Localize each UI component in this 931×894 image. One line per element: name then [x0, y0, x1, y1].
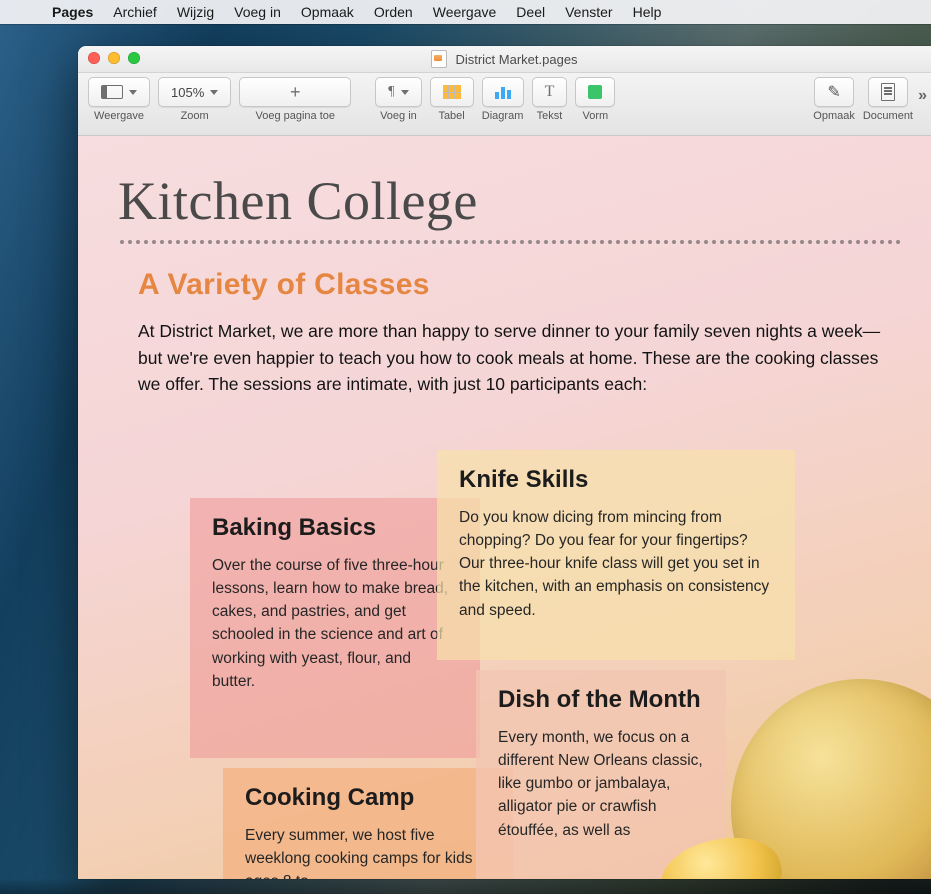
table-label: Tabel [438, 110, 464, 122]
format-button[interactable]: ✎ [814, 77, 853, 107]
chart-label: Diagram [482, 110, 524, 122]
menubar-item-opmaak[interactable]: Opmaak [301, 4, 354, 20]
pilcrow-icon: ¶ [388, 84, 394, 100]
card-title[interactable]: Dish of the Month [498, 686, 704, 714]
view-button[interactable] [88, 77, 150, 107]
document-page[interactable]: Kitchen College A Variety of Classes At … [78, 136, 931, 879]
card-title[interactable]: Cooking Camp [245, 784, 491, 812]
card-body[interactable]: Do you know dicing from mincing from cho… [459, 506, 773, 622]
card-body[interactable]: Every summer, we host five weeklong cook… [245, 824, 491, 879]
toolbar: Weergave 105% Zoom + Voeg pagina toe ¶ V… [78, 73, 931, 136]
table-button[interactable] [430, 77, 474, 107]
card-knife-skills[interactable]: Knife Skills Do you know dicing from min… [437, 450, 795, 660]
close-button[interactable] [88, 52, 100, 64]
divider-dotted [120, 240, 901, 244]
chevron-down-icon [210, 90, 218, 95]
window-titlebar[interactable]: District Market.pages [78, 46, 931, 73]
text-label: Tekst [537, 110, 563, 122]
chevron-down-icon [129, 90, 137, 95]
shape-icon [588, 85, 602, 99]
shape-label: Vorm [583, 110, 609, 122]
menubar-item-help[interactable]: Help [633, 4, 662, 20]
shape-button[interactable] [575, 77, 615, 107]
menubar-item-venster[interactable]: Venster [565, 4, 612, 20]
document-button[interactable] [868, 77, 908, 107]
brush-icon: ✎ [827, 82, 840, 102]
format-label: Opmaak [813, 110, 855, 122]
menubar-item-voeg-in[interactable]: Voeg in [234, 4, 281, 20]
insert-label: Voeg in [380, 110, 417, 122]
card-body[interactable]: Over the course of five three-hour lesso… [212, 554, 458, 694]
add-page-label: Voeg pagina toe [255, 110, 335, 122]
layout-icon [101, 85, 123, 99]
zoom-button[interactable] [128, 52, 140, 64]
card-body[interactable]: Every month, we focus on a different New… [498, 726, 704, 842]
document-icon [431, 50, 447, 68]
window-title: District Market.pages [455, 52, 577, 67]
page-title[interactable]: Kitchen College [78, 136, 931, 238]
view-label: Weergave [94, 110, 144, 122]
dock-shadow [0, 878, 931, 894]
add-page-button[interactable]: + [239, 77, 351, 107]
text-button[interactable]: T [532, 77, 568, 107]
plus-icon: + [290, 82, 301, 103]
macos-menubar: Pages Archief Wijzig Voeg in Opmaak Orde… [0, 0, 931, 24]
chevron-down-icon [401, 90, 409, 95]
app-menu[interactable]: Pages [52, 4, 93, 20]
document-icon [881, 83, 895, 101]
card-title[interactable]: Baking Basics [212, 514, 458, 542]
document-label: Document [863, 110, 913, 122]
menubar-item-weergave[interactable]: Weergave [433, 4, 497, 20]
toolbar-overflow[interactable]: » [918, 87, 923, 105]
intro-paragraph[interactable]: At District Market, we are more than hap… [78, 318, 931, 422]
chart-button[interactable] [482, 77, 524, 107]
zoom-label: Zoom [181, 110, 209, 122]
card-cooking-camp[interactable]: Cooking Camp Every summer, we host five … [223, 768, 513, 879]
menubar-item-orden[interactable]: Orden [374, 4, 413, 20]
minimize-button[interactable] [108, 52, 120, 64]
text-icon: T [545, 83, 555, 101]
card-title[interactable]: Knife Skills [459, 466, 773, 494]
menubar-item-archief[interactable]: Archief [113, 4, 157, 20]
zoom-value: 105% [171, 85, 204, 100]
document-viewport[interactable]: Kitchen College A Variety of Classes At … [78, 136, 931, 879]
menubar-item-wijzig[interactable]: Wijzig [177, 4, 214, 20]
menubar-item-deel[interactable]: Deel [516, 4, 545, 20]
pages-window: District Market.pages Weergave 105% Zoom… [78, 46, 931, 879]
table-icon [443, 85, 461, 99]
chart-icon [495, 85, 511, 99]
page-subtitle[interactable]: A Variety of Classes [78, 268, 931, 318]
zoom-dropdown[interactable]: 105% [158, 77, 231, 107]
insert-button[interactable]: ¶ [375, 77, 421, 107]
